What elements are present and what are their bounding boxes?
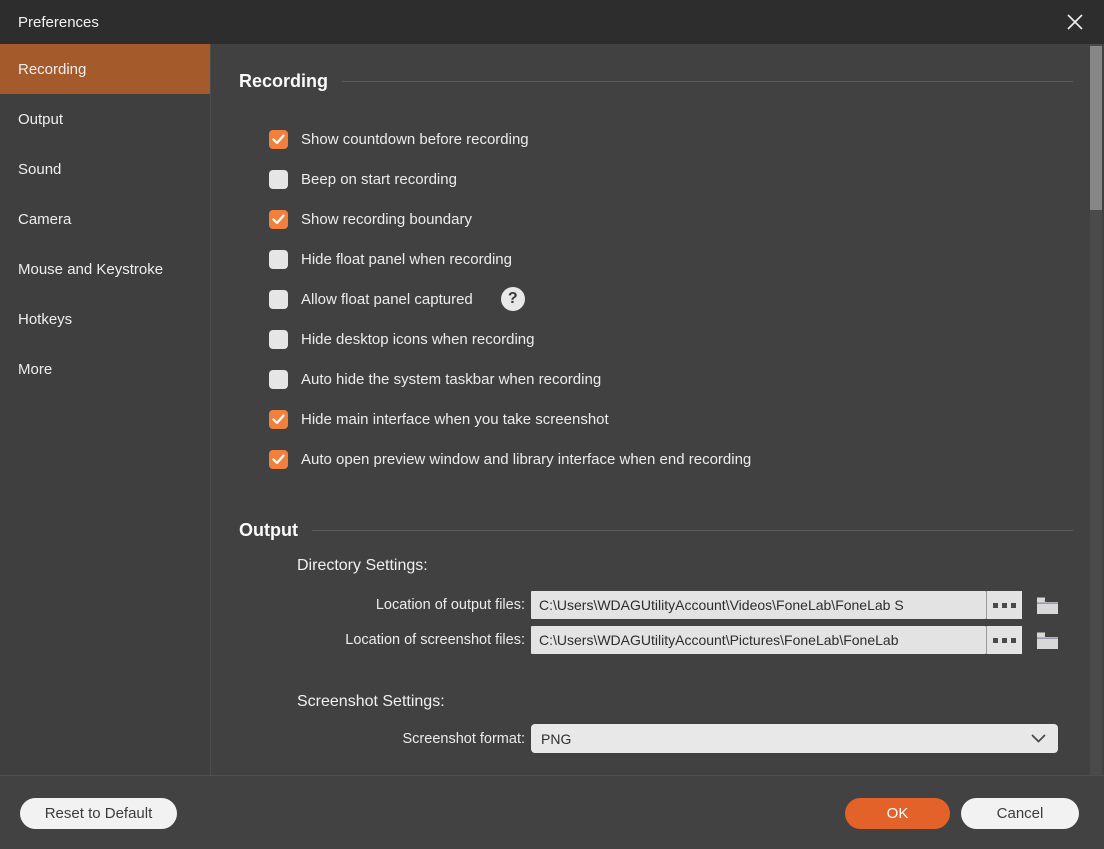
checkbox[interactable]: [269, 249, 288, 269]
option-show-boundary: Show recording boundary: [269, 199, 1073, 239]
folder-icon: [1037, 597, 1058, 614]
checkbox-label: Allow float panel captured: [301, 290, 473, 308]
checkbox-label: Auto open preview window and library int…: [301, 450, 752, 468]
ellipsis-icon: [993, 637, 998, 643]
chevron-down-icon: [1031, 734, 1046, 743]
heading-rule: [342, 80, 1073, 82]
sidebar-item-hotkeys[interactable]: Hotkeys: [0, 294, 210, 344]
screenshot-settings-heading: Screenshot Settings:: [297, 693, 445, 710]
checkbox-label: Show countdown before recording: [301, 130, 529, 148]
close-icon: [1067, 14, 1083, 30]
screenshot-files-path-input[interactable]: [531, 626, 986, 654]
sidebar-item-camera[interactable]: Camera: [0, 194, 210, 244]
section-title: Output: [239, 519, 298, 540]
checkbox-label: Show recording boundary: [301, 210, 472, 228]
ok-button[interactable]: OK: [845, 798, 950, 829]
output-section-heading: Output: [239, 518, 1073, 542]
sidebar-item-label: Recording: [18, 60, 87, 78]
option-auto-hide-taskbar: Auto hide the system taskbar when record…: [269, 359, 1073, 399]
titlebar: Preferences: [0, 0, 1104, 44]
sidebar-item-recording[interactable]: Recording: [0, 44, 210, 94]
ellipsis-icon: [993, 602, 998, 608]
sidebar-item-sound[interactable]: Sound: [0, 144, 210, 194]
check-icon: [272, 213, 285, 224]
open-folder-button[interactable]: [1036, 596, 1059, 615]
close-button[interactable]: [1060, 7, 1090, 37]
sidebar-item-label: Sound: [18, 160, 62, 178]
help-icon[interactable]: ?: [500, 287, 525, 311]
browse-button[interactable]: [986, 626, 1022, 654]
browse-button[interactable]: [986, 591, 1022, 619]
checkbox[interactable]: [269, 329, 288, 349]
checkbox-label: Hide main interface when you take screen…: [301, 410, 609, 428]
preferences-dialog: Preferences Recording Output Sound Camer…: [0, 0, 1104, 849]
ellipsis-icon: [1011, 637, 1016, 643]
dialog-title: Preferences: [18, 13, 99, 31]
ellipsis-icon: [1002, 637, 1007, 643]
sidebar-item-output[interactable]: Output: [0, 94, 210, 144]
scrollbar-thumb[interactable]: [1090, 46, 1102, 210]
folder-icon: [1037, 632, 1058, 649]
checkbox-label: Beep on start recording: [301, 170, 457, 188]
section-title: Recording: [239, 70, 329, 91]
checkbox[interactable]: [269, 449, 288, 469]
check-icon: [272, 413, 285, 424]
checkbox-label: Hide float panel when recording: [301, 250, 512, 268]
sidebar-item-label: Mouse and Keystroke: [18, 260, 164, 278]
option-show-countdown: Show countdown before recording: [269, 119, 1073, 159]
recording-section-heading: Recording: [239, 69, 1073, 93]
open-folder-button[interactable]: [1036, 631, 1059, 650]
sidebar-item-mouse-and-keystroke[interactable]: Mouse and Keystroke: [0, 244, 210, 294]
sidebar-item-more[interactable]: More: [0, 344, 210, 394]
checkbox[interactable]: [269, 129, 288, 149]
check-icon: [272, 453, 285, 464]
field-label: Location of screenshot files:: [345, 632, 525, 648]
path-group: [531, 626, 1022, 654]
settings-panel: Recording Show countdown before recordin…: [212, 44, 1104, 775]
sidebar-item-label: More: [18, 360, 53, 378]
sidebar-item-label: Camera: [18, 210, 72, 228]
screenshot-files-row: Location of screenshot files:: [239, 626, 1073, 654]
option-hide-main-interface: Hide main interface when you take screen…: [269, 399, 1073, 439]
footer: Reset to Default OK Cancel: [0, 775, 1104, 849]
checkbox[interactable]: [269, 409, 288, 429]
output-files-path-input[interactable]: [531, 591, 986, 619]
field-label: Screenshot format:: [402, 730, 526, 747]
checkbox-label: Hide desktop icons when recording: [301, 330, 535, 348]
directory-settings-heading: Directory Settings:: [297, 557, 428, 574]
cancel-button[interactable]: Cancel: [961, 798, 1079, 829]
scrollbar-track[interactable]: [1090, 44, 1102, 775]
checkbox[interactable]: [269, 209, 288, 229]
field-label: Location of output files:: [375, 597, 525, 613]
check-icon: [272, 133, 285, 144]
sidebar-item-label: Hotkeys: [18, 310, 73, 328]
option-hide-desktop-icons: Hide desktop icons when recording: [269, 319, 1073, 359]
sidebar: Recording Output Sound Camera Mouse and …: [0, 44, 211, 775]
option-auto-open-preview: Auto open preview window and library int…: [269, 439, 1073, 479]
reset-to-default-button[interactable]: Reset to Default: [20, 798, 177, 829]
recording-options-list: Show countdown before recording Beep on …: [269, 119, 1073, 479]
heading-rule: [311, 529, 1073, 531]
checkbox-label: Auto hide the system taskbar when record…: [301, 370, 602, 388]
checkbox[interactable]: [269, 369, 288, 389]
checkbox[interactable]: [269, 169, 288, 189]
ellipsis-icon: [1002, 602, 1007, 608]
output-files-row: Location of output files:: [239, 591, 1073, 619]
screenshot-format-row: Screenshot format: PNG: [239, 724, 1073, 753]
checkbox[interactable]: [269, 289, 288, 309]
option-hide-float-panel: Hide float panel when recording: [269, 239, 1073, 279]
ellipsis-icon: [1011, 602, 1016, 608]
screenshot-format-select[interactable]: PNG: [531, 724, 1058, 753]
selected-format-value: PNG: [541, 730, 572, 747]
option-allow-float-panel-captured: Allow float panel captured ?: [269, 279, 1073, 319]
sidebar-item-label: Output: [18, 110, 64, 128]
option-beep-on-start: Beep on start recording: [269, 159, 1073, 199]
path-group: [531, 591, 1022, 619]
